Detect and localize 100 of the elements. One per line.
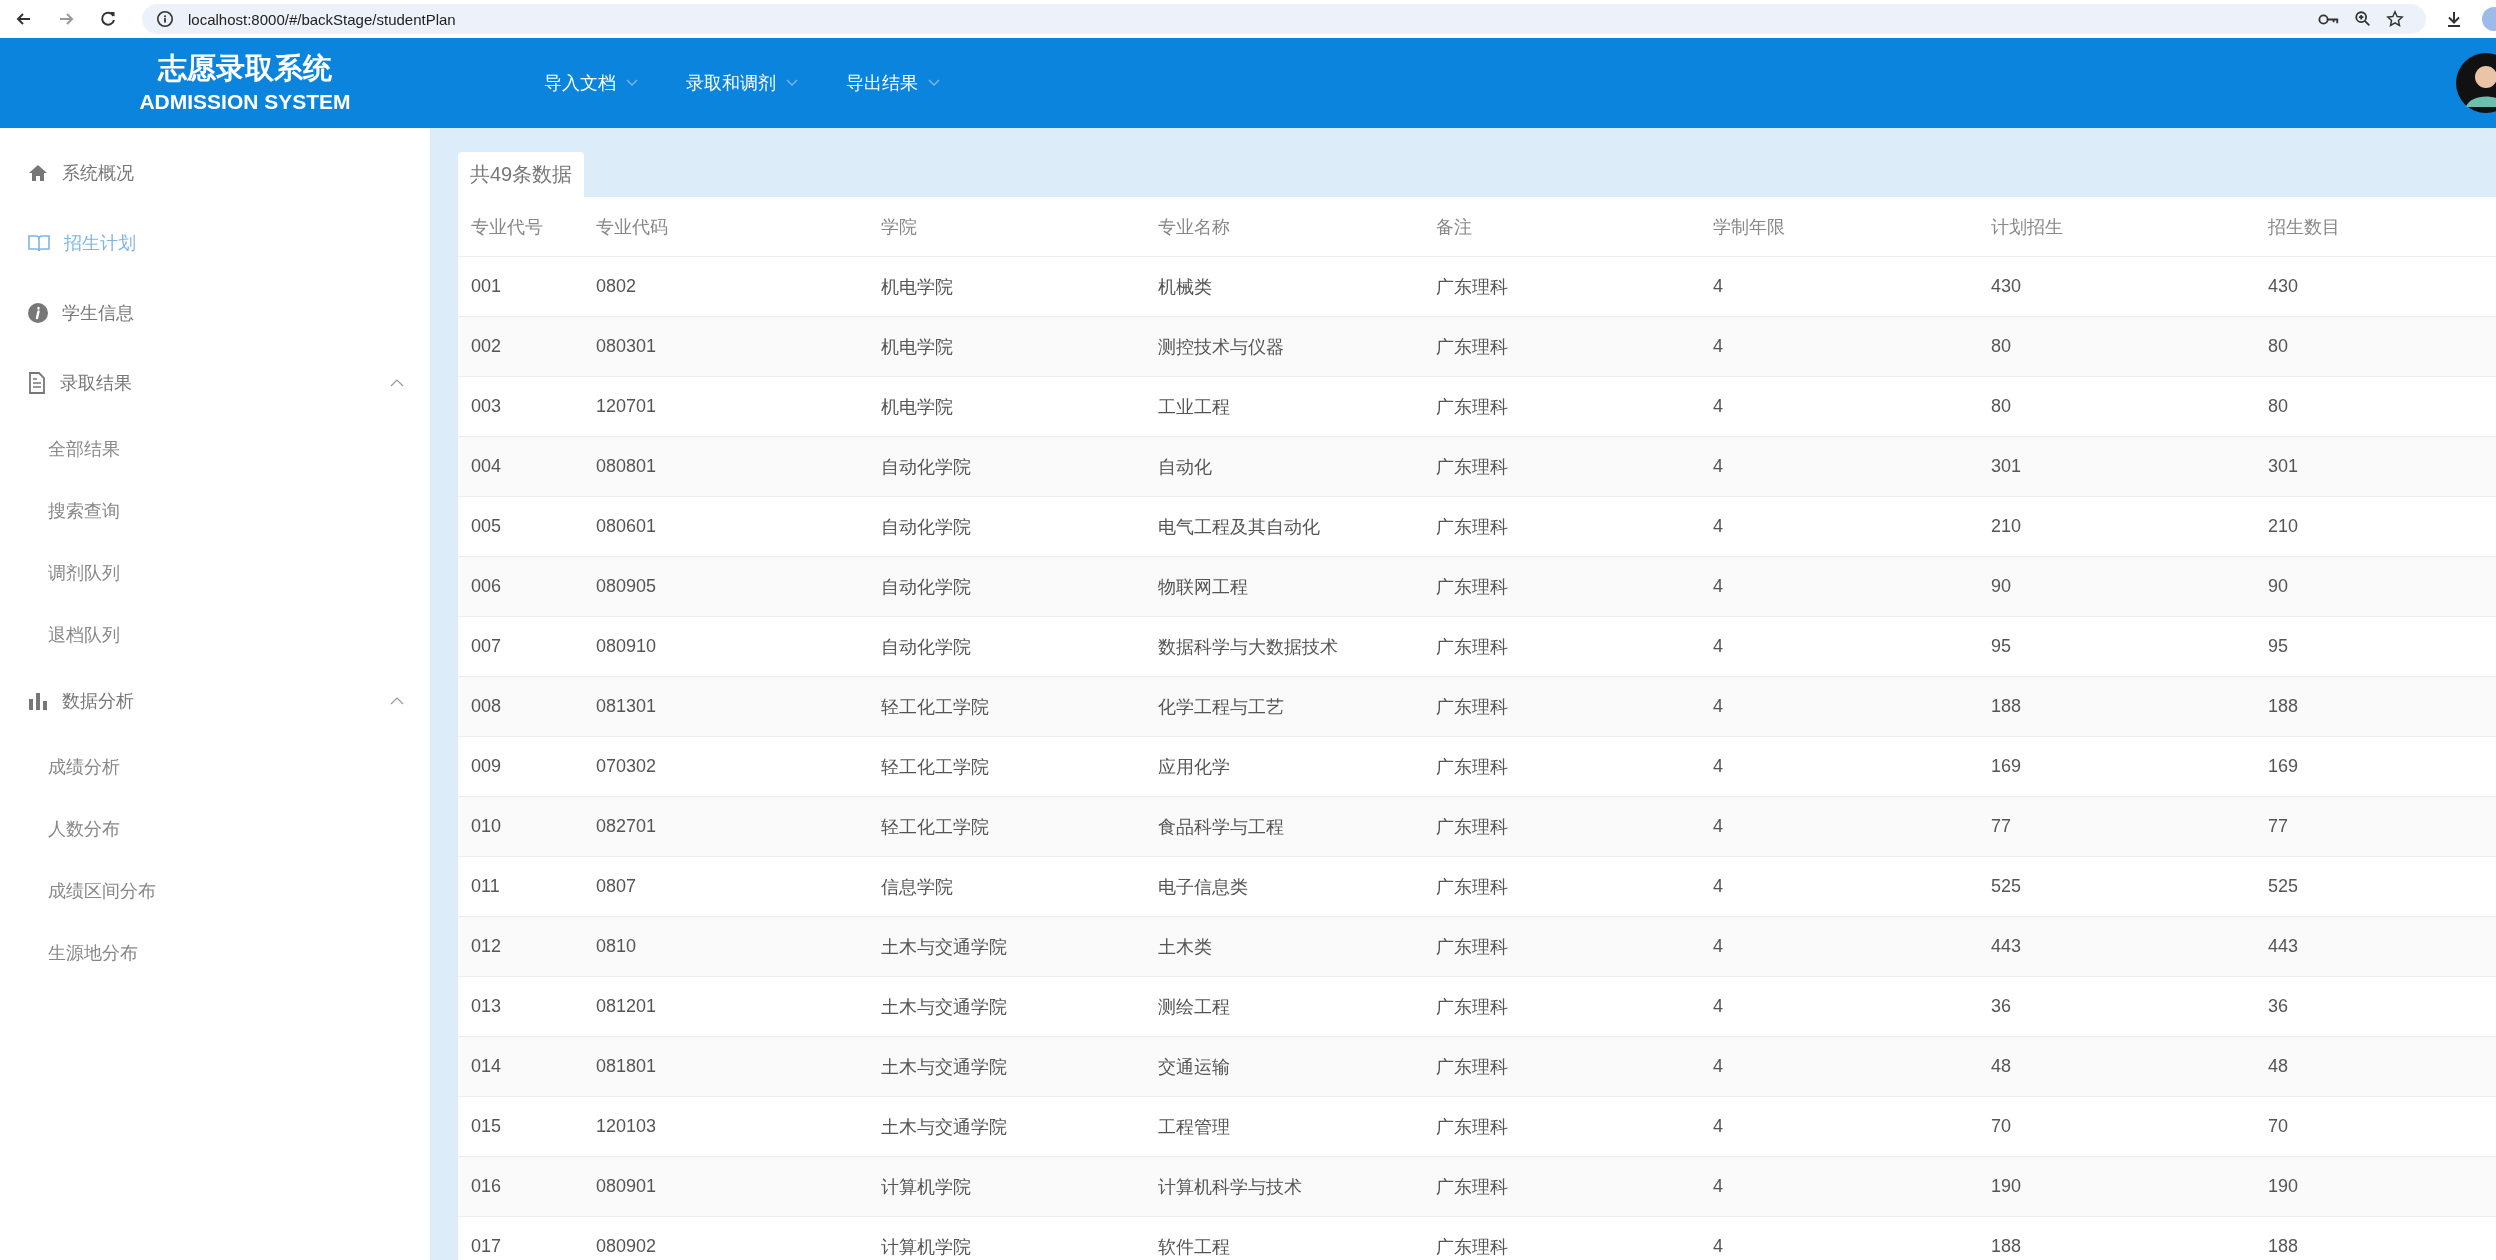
sidebar-subitem[interactable]: 成绩区间分布 — [0, 860, 430, 922]
table-cell-text: 自动化学院 — [880, 455, 972, 479]
table-cell-text: 0807 — [595, 876, 638, 897]
table-cell-text: 轻工化工学院 — [880, 755, 990, 779]
key-icon[interactable] — [2318, 11, 2340, 27]
table-cell-text: 广东理科 — [1435, 995, 1509, 1019]
table-cell-text: 4 — [1712, 1056, 1724, 1077]
table-cell-text: 数据科学与大数据技术 — [1157, 635, 1339, 659]
sidebar-subitem[interactable]: 生源地分布 — [0, 922, 430, 984]
table-cell-text: 007 — [470, 636, 503, 657]
table-cell-text: 测控技术与仪器 — [1157, 335, 1285, 359]
table-cell-text: 080901 — [595, 1176, 658, 1197]
sidebar-item[interactable]: 系统概况 — [0, 138, 430, 208]
table-cell-text: 交通运输 — [1157, 1055, 1231, 1079]
table-cell-text: 36 — [1990, 996, 2013, 1017]
reload-icon[interactable] — [98, 9, 118, 29]
nav-menu[interactable]: 导入文档 — [544, 71, 638, 95]
table-cell-text: 95 — [1990, 636, 2013, 657]
table-cell-text: 017 — [470, 1236, 503, 1257]
star-icon[interactable] — [2386, 10, 2404, 28]
table-cell-text: 008 — [470, 696, 503, 717]
table-cell-text: 广东理科 — [1435, 395, 1509, 419]
table-cell-text: 土木与交通学院 — [880, 1115, 1008, 1139]
table-cell-text: 4 — [1712, 1236, 1724, 1257]
column-header: 学院 — [880, 215, 918, 239]
table-cell-text: 广东理科 — [1435, 695, 1509, 719]
sidebar-subitem[interactable]: 全部结果 — [0, 418, 430, 480]
table-cell-text: 4 — [1712, 876, 1724, 897]
table-cell-text: 广东理科 — [1435, 635, 1509, 659]
table-cell-text: 土木与交通学院 — [880, 935, 1008, 959]
chevron-up-icon — [390, 379, 404, 387]
table-cell-text: 77 — [1990, 816, 2013, 837]
sidebar-item[interactable]: 招生计划 — [0, 208, 430, 278]
table-cell-text: 广东理科 — [1435, 1115, 1509, 1139]
table-cell-text: 土木类 — [1157, 935, 1213, 959]
table-cell-text: 轻工化工学院 — [880, 815, 990, 839]
table-cell-text: 070302 — [595, 756, 658, 777]
table-cell-text: 软件工程 — [1157, 1235, 1231, 1259]
table-cell-text: 80 — [2267, 396, 2290, 417]
nav-menu[interactable]: 录取和调剂 — [686, 71, 798, 95]
table-cell-text: 48 — [1990, 1056, 2013, 1077]
table-cell-text: 电子信息类 — [1157, 875, 1249, 899]
chevron-down-icon — [786, 79, 798, 87]
table-cell-text: 190 — [1990, 1176, 2023, 1197]
chevron-up-icon — [390, 697, 404, 705]
table-cell-text: 430 — [1990, 276, 2023, 297]
table-cell-text: 90 — [1990, 576, 2013, 597]
url-text: localhost:8000/#/backStage/studentPlan — [188, 10, 456, 28]
column-header: 专业名称 — [1157, 215, 1231, 239]
table-cell-text: 011 — [470, 876, 501, 897]
table-cell-text: 080301 — [595, 336, 658, 357]
table-cell-text: 4 — [1712, 456, 1724, 477]
table-cell-text: 003 — [470, 396, 503, 417]
info-icon[interactable] — [156, 10, 174, 28]
address-bar[interactable]: localhost:8000/#/backStage/studentPlan — [142, 4, 2426, 34]
table-cell-text: 120103 — [595, 1116, 658, 1137]
table-cell-text: 012 — [470, 936, 503, 957]
table-cell-text: 轻工化工学院 — [880, 695, 990, 719]
chevron-down-icon — [928, 79, 940, 87]
table-cell-text: 080801 — [595, 456, 658, 477]
table-cell-text: 002 — [470, 336, 503, 357]
sidebar-group[interactable]: 录取结果 — [0, 348, 430, 418]
table-cell-text: 080601 — [595, 516, 658, 537]
table-cell-text: 0810 — [595, 936, 638, 957]
table-cell-text: 广东理科 — [1435, 935, 1509, 959]
sidebar-subitem[interactable]: 成绩分析 — [0, 736, 430, 798]
table-cell-text: 80 — [2267, 336, 2290, 357]
table-cell-text: 188 — [1990, 696, 2023, 717]
table-cell-text: 土木与交通学院 — [880, 995, 1008, 1019]
table-cell-text: 443 — [2267, 936, 2300, 957]
table-cell-text: 计算机科学与技术 — [1157, 1175, 1303, 1199]
table-cell-text: 广东理科 — [1435, 575, 1509, 599]
info-icon — [28, 303, 48, 323]
table-cell-text: 广东理科 — [1435, 1235, 1509, 1259]
table-cell-text: 006 — [470, 576, 503, 597]
column-header: 学制年限 — [1712, 215, 1786, 239]
table-cell-text: 010 — [470, 816, 503, 837]
table-cell-text: 广东理科 — [1435, 455, 1509, 479]
table-cell-text: 4 — [1712, 756, 1724, 777]
table-cell-text: 4 — [1712, 516, 1724, 537]
zoom-icon[interactable] — [2354, 10, 2372, 28]
table-cell-text: 广东理科 — [1435, 275, 1509, 299]
sidebar-subitem[interactable]: 人数分布 — [0, 798, 430, 860]
table-cell-text: 009 — [470, 756, 503, 777]
nav-menu[interactable]: 导出结果 — [846, 71, 940, 95]
table-cell-text: 169 — [2267, 756, 2300, 777]
sidebar-subitem[interactable]: 调剂队列 — [0, 542, 430, 604]
table-cell-text: 食品科学与工程 — [1157, 815, 1285, 839]
sidebar-subitem[interactable]: 退档队列 — [0, 604, 430, 666]
sidebar-group[interactable]: 数据分析 — [0, 666, 430, 736]
table-cell-text: 4 — [1712, 1116, 1724, 1137]
table-cell-text: 计算机学院 — [880, 1235, 972, 1259]
table-cell-text: 082701 — [595, 816, 658, 837]
sidebar-item[interactable]: 学生信息 — [0, 278, 430, 348]
table-cell-text: 120701 — [595, 396, 658, 417]
sidebar-subitem[interactable]: 搜索查询 — [0, 480, 430, 542]
home-icon — [28, 163, 48, 183]
table-cell-text: 工业工程 — [1157, 395, 1231, 419]
table-cell-text: 70 — [2267, 1116, 2290, 1137]
column-header: 备注 — [1435, 215, 1473, 239]
